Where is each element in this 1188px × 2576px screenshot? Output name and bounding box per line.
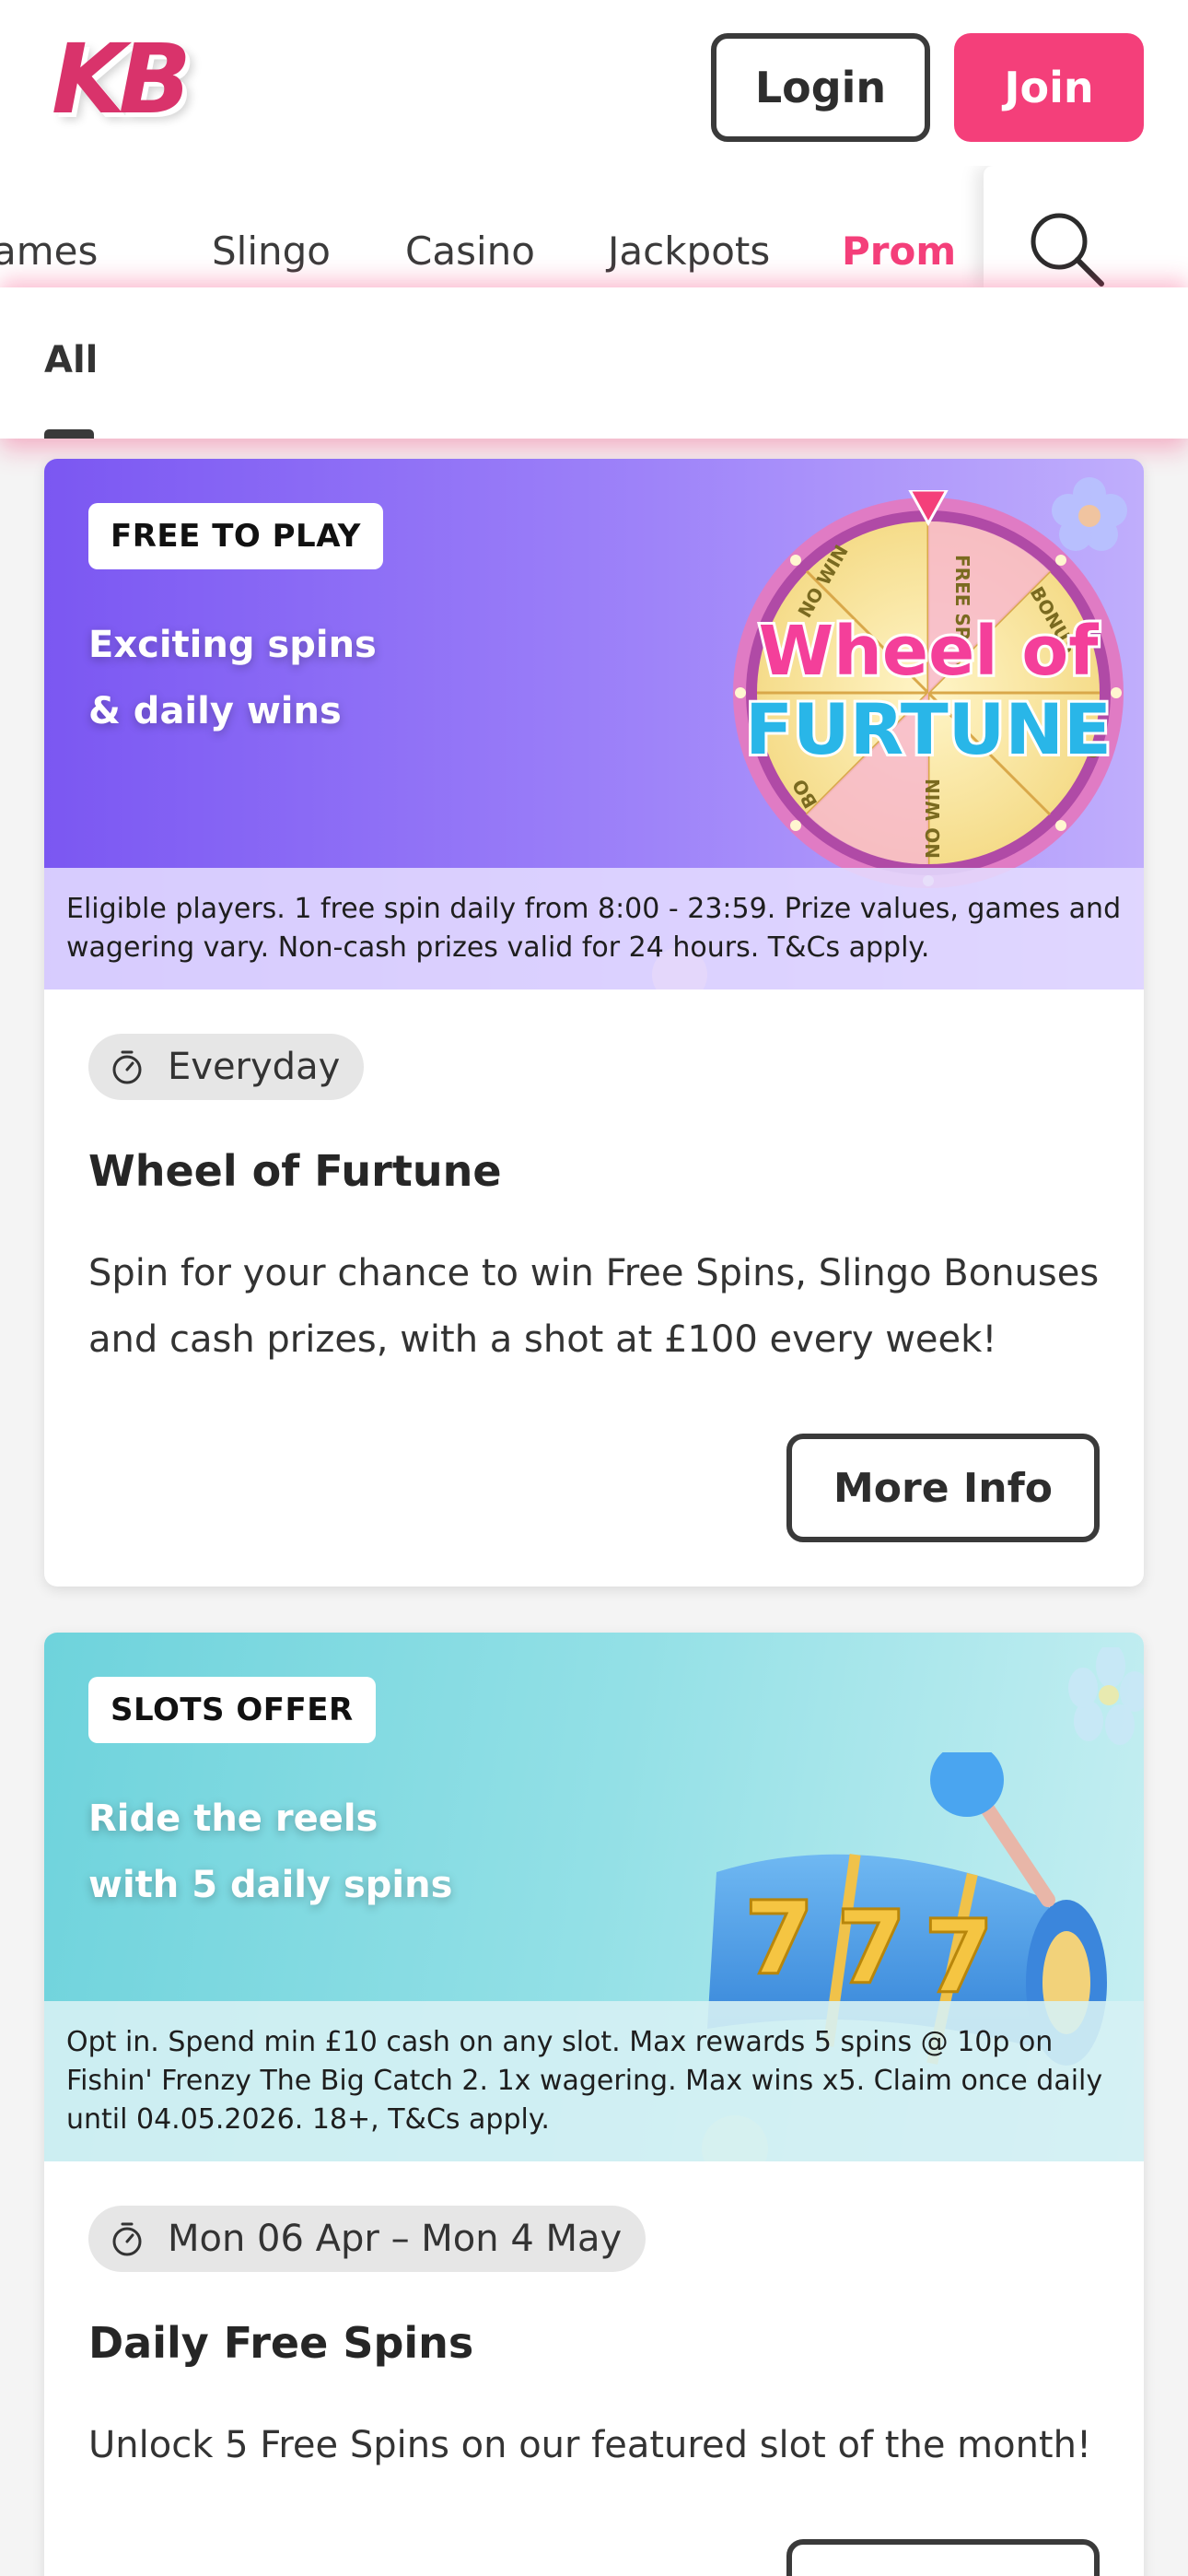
date-badge: Mon 06 Apr – Mon 4 May bbox=[88, 2206, 646, 2272]
date-text: Mon 06 Apr – Mon 4 May bbox=[168, 2218, 623, 2260]
promotion-headline: Ride the reels with 5 daily spins bbox=[88, 1786, 452, 1918]
date-text: Everyday bbox=[168, 1046, 341, 1088]
headline-line-1: Exciting spins bbox=[88, 624, 377, 666]
search-icon bbox=[1031, 213, 1104, 287]
promotion-title: Wheel of Furtune bbox=[88, 1146, 502, 1196]
svg-text:Wheel of: Wheel of bbox=[759, 612, 1100, 691]
svg-text:7: 7 bbox=[836, 1889, 907, 2007]
promotion-filter-bar: All bbox=[0, 287, 1188, 439]
category-nav: ames Slingo Casino Jackpots Prom bbox=[0, 166, 1188, 287]
filter-all[interactable]: All bbox=[44, 339, 98, 381]
search-button[interactable] bbox=[984, 166, 1188, 287]
promotion-banner[interactable]: 7 7 7 SLOTS OFFER Ride the reels with 5 … bbox=[44, 1633, 1144, 2161]
promotion-card-body: Everyday Wheel of Furtune Spin for your … bbox=[44, 989, 1144, 1373]
headline-line-2: with 5 daily spins bbox=[88, 1864, 453, 1906]
promotion-terms: Opt in. Spend min £10 cash on any slot. … bbox=[44, 2001, 1144, 2161]
promotion-title: Daily Free Spins bbox=[88, 2318, 474, 2368]
kb-logo[interactable]: KB bbox=[52, 31, 199, 142]
svg-text:FURTUNE: FURTUNE bbox=[745, 688, 1112, 770]
promotion-description: Unlock 5 Free Spins on our featured slot… bbox=[88, 2424, 1092, 2466]
headline-line-2: & daily wins bbox=[88, 690, 342, 732]
promotion-terms: Eligible players. 1 free spin daily from… bbox=[44, 868, 1144, 989]
nav-item-casino[interactable]: Casino bbox=[405, 232, 535, 271]
flower-decoration-icon bbox=[1068, 1647, 1144, 1745]
timer-icon bbox=[112, 1050, 142, 1084]
promotion-tag: FREE TO PLAY bbox=[88, 503, 383, 569]
svg-text:7: 7 bbox=[924, 1898, 995, 2016]
more-info-button[interactable]: More Info bbox=[786, 2539, 1100, 2576]
promotion-card: 7 7 7 SLOTS OFFER Ride the reels with 5 … bbox=[44, 1633, 1144, 2576]
promotion-headline: Exciting spins & daily wins bbox=[88, 612, 377, 744]
more-info-button[interactable]: More Info bbox=[786, 1434, 1100, 1542]
promotion-tag: SLOTS OFFER bbox=[88, 1677, 376, 1743]
promotion-card: FREE SPINS BONUS NO WIN NO WIN BO C Whee… bbox=[44, 459, 1144, 1587]
headline-line-1: Ride the reels bbox=[88, 1797, 379, 1840]
nav-item-slingo[interactable]: Slingo bbox=[212, 232, 331, 271]
logo-text: KB bbox=[52, 23, 192, 135]
promotion-description: Spin for your chance to win Free Spins, … bbox=[88, 1252, 1100, 1361]
promotion-card-body: Mon 06 Apr – Mon 4 May Daily Free Spins … bbox=[44, 2161, 1144, 2478]
svg-text:7: 7 bbox=[744, 1879, 815, 1997]
site-header: KB Login Join bbox=[0, 0, 1188, 166]
timer-icon bbox=[112, 2222, 142, 2256]
filter-active-indicator bbox=[44, 429, 94, 439]
svg-text:NO WIN: NO WIN bbox=[922, 779, 944, 859]
login-button[interactable]: Login bbox=[711, 33, 930, 142]
join-button[interactable]: Join bbox=[954, 33, 1144, 142]
promotion-banner[interactable]: FREE SPINS BONUS NO WIN NO WIN BO C Whee… bbox=[44, 459, 1144, 989]
nav-item-promotions[interactable]: Prom bbox=[842, 232, 956, 271]
date-badge: Everyday bbox=[88, 1034, 365, 1100]
wheel-of-furtune-artwork: FREE SPINS BONUS NO WIN NO WIN BO C Whee… bbox=[733, 490, 1124, 888]
nav-item-jackpots[interactable]: Jackpots bbox=[608, 232, 770, 271]
nav-item-games[interactable]: ames bbox=[0, 232, 98, 271]
